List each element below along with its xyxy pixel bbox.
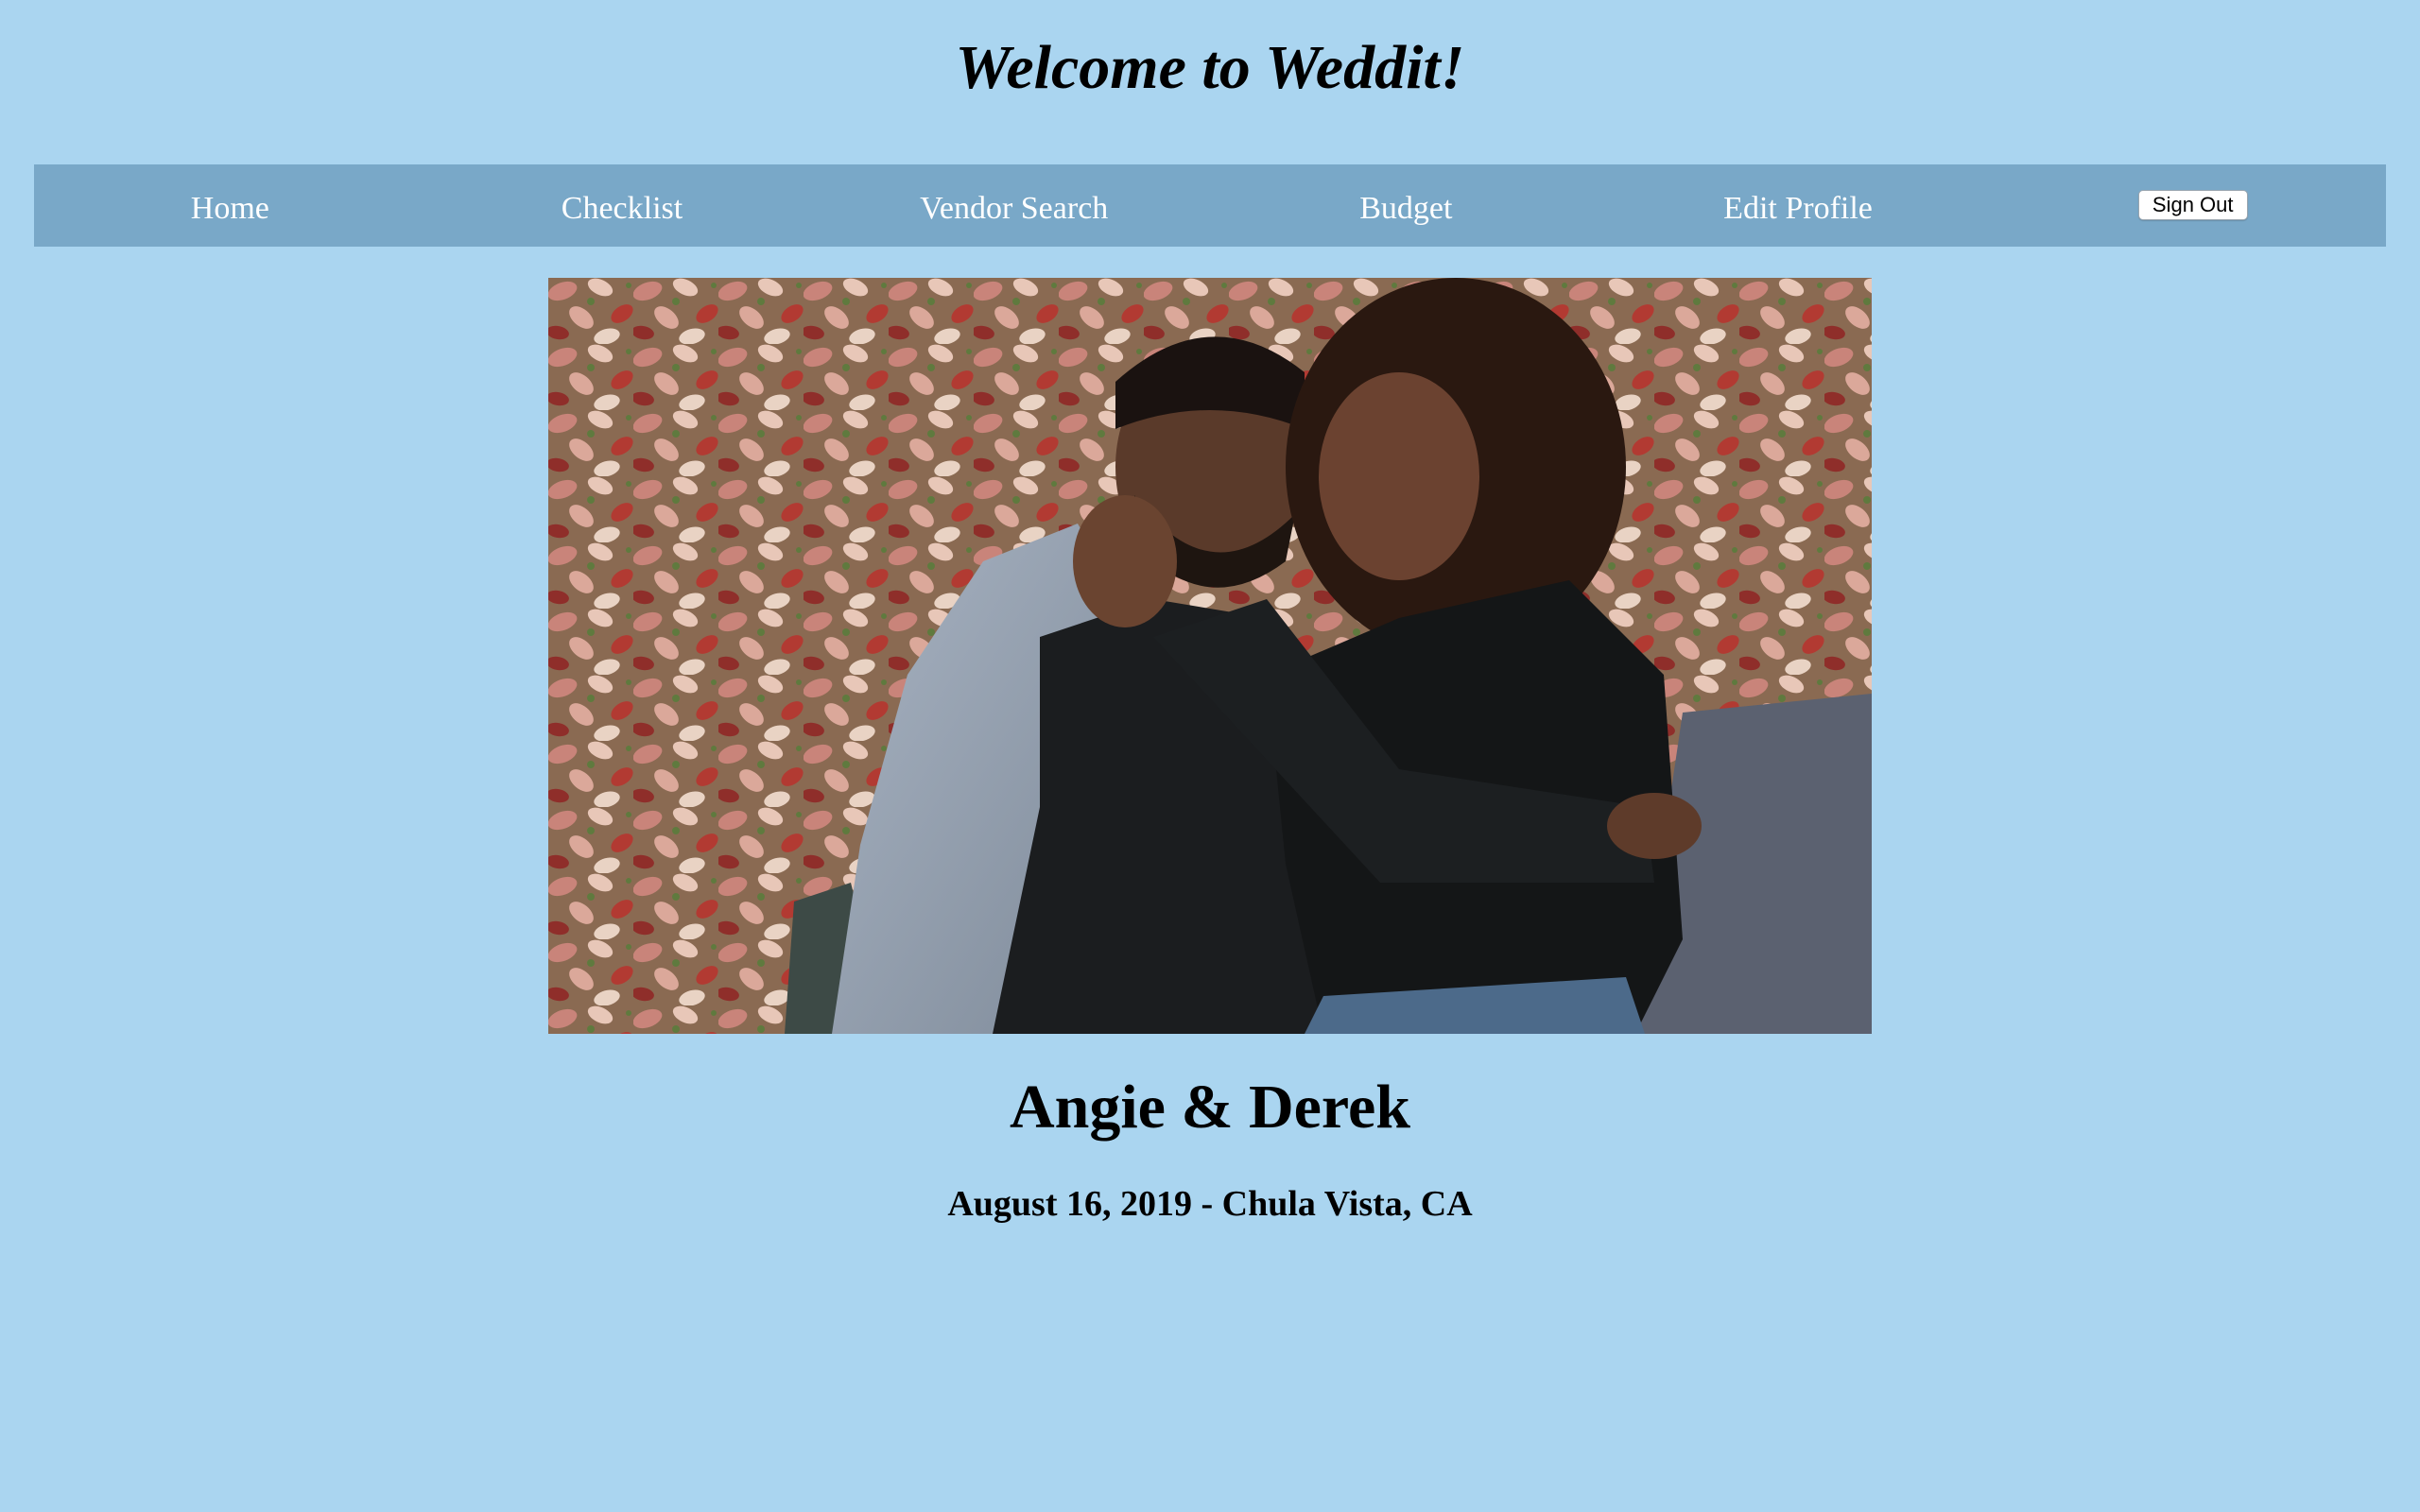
nav-item-vendor-search[interactable]: Vendor Search (818, 162, 1210, 249)
page: Welcome to Weddit! Home Checklist Vendor… (0, 0, 2420, 1512)
couple-photo (548, 278, 1872, 1034)
sign-out-button[interactable]: Sign Out (2137, 189, 2248, 220)
nav-item-sign-out: Sign Out (1994, 163, 2386, 248)
couple-photo-image (548, 278, 1872, 1034)
nav-bar: Home Checklist Vendor Search Budget Edit… (34, 164, 2386, 247)
couple-names: Angie & Derek (1009, 1073, 1411, 1142)
nav-item-edit-profile[interactable]: Edit Profile (1602, 162, 1995, 249)
wedding-date-location: August 16, 2019 - Chula Vista, CA (947, 1184, 1473, 1224)
nav-item-budget[interactable]: Budget (1210, 162, 1602, 249)
nav-item-checklist[interactable]: Checklist (426, 162, 819, 249)
nav-item-home[interactable]: Home (34, 162, 426, 249)
site-title: Welcome to Weddit! (955, 33, 1465, 102)
